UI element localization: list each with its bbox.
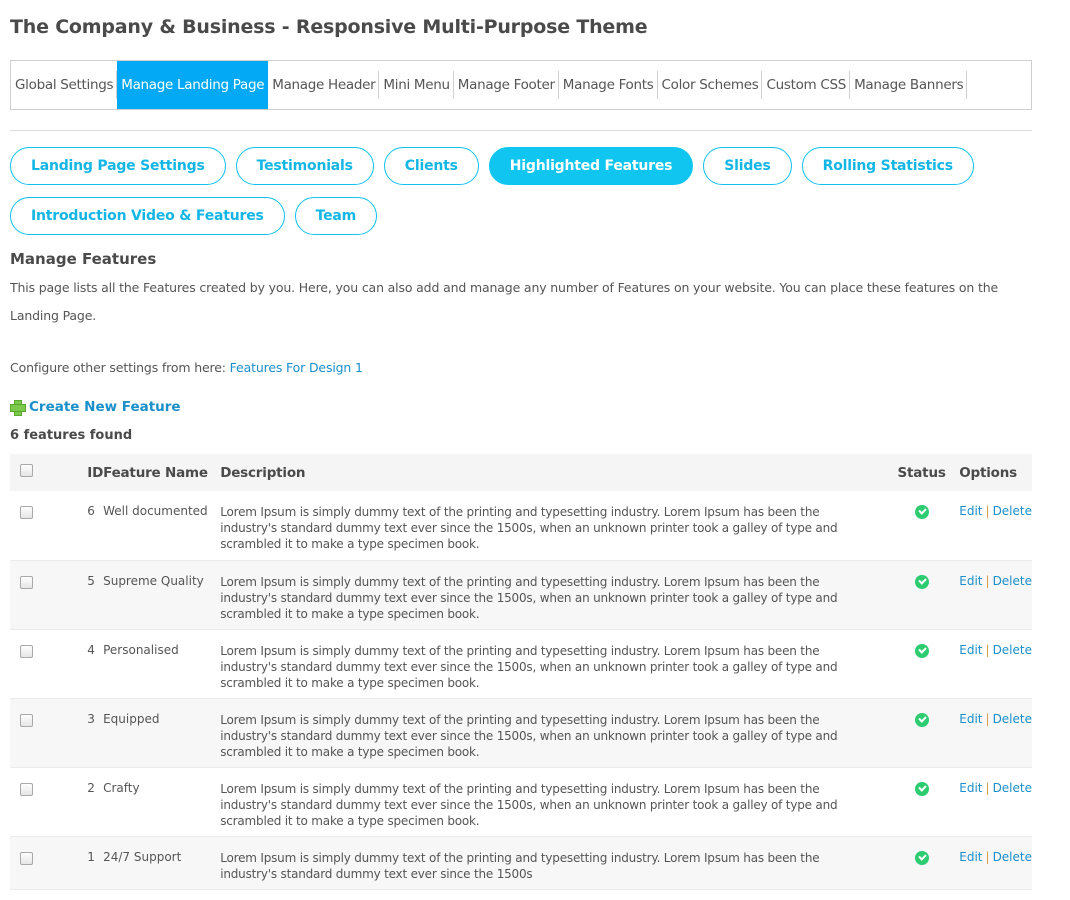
- row-checkbox[interactable]: [20, 506, 33, 519]
- header-status: Status: [889, 454, 954, 491]
- row-feature-name: Crafty: [103, 767, 221, 837]
- row-id: 1: [49, 836, 104, 890]
- options-separator: |: [985, 573, 990, 588]
- row-checkbox[interactable]: [20, 851, 33, 865]
- page-title: The Company & Business - Responsive Mult…: [10, 16, 648, 38]
- landing-page-subtabs: Landing Page Settings Testimonials Clien…: [10, 147, 1040, 247]
- nav-manage-fonts[interactable]: Manage Fonts: [559, 61, 658, 109]
- options-separator: |: [985, 504, 990, 518]
- table-row: 1 24/7 Support Lorem Ipsum is simply dum…: [10, 836, 1032, 890]
- nav-mini-menu[interactable]: Mini Menu: [379, 61, 455, 109]
- nav-manage-footer[interactable]: Manage Footer: [454, 61, 559, 109]
- section-intro: This page lists all the Features created…: [10, 280, 999, 323]
- edit-link[interactable]: Edit: [959, 712, 982, 726]
- row-feature-name: Equipped: [103, 698, 221, 768]
- row-id: 6: [49, 491, 104, 561]
- row-checkbox[interactable]: [20, 713, 33, 727]
- subtab-rolling-statistics[interactable]: Rolling Statistics: [801, 147, 974, 185]
- options-separator: |: [985, 642, 990, 657]
- header-feature-name: Feature Name: [103, 454, 221, 491]
- row-description: Lorem Ipsum is simply dummy text of the …: [220, 491, 890, 561]
- subtab-landing-page-settings[interactable]: Landing Page Settings: [10, 147, 226, 185]
- row-id: 4: [49, 629, 104, 699]
- row-feature-name: Well documented: [103, 491, 221, 561]
- configure-prefix: Configure other settings from here:: [10, 360, 230, 375]
- features-table: ID Feature Name Description Status Optio…: [10, 454, 1032, 890]
- header-options: Options: [953, 454, 1032, 491]
- check-circle-icon[interactable]: [914, 781, 929, 796]
- row-checkbox[interactable]: [20, 782, 33, 796]
- nav-color-schemes[interactable]: Color Schemes: [658, 61, 763, 109]
- delete-link[interactable]: Delete: [993, 781, 1032, 795]
- subtab-clients[interactable]: Clients: [383, 147, 479, 185]
- row-description: Lorem Ipsum is simply dummy text of the …: [220, 767, 890, 837]
- check-circle-icon[interactable]: [914, 712, 929, 727]
- edit-link[interactable]: Edit: [959, 850, 982, 864]
- check-circle-icon[interactable]: [914, 643, 929, 658]
- nav-manage-header[interactable]: Manage Header: [268, 61, 380, 109]
- row-id: 2: [49, 767, 104, 837]
- options-separator: |: [985, 780, 990, 795]
- row-feature-name: 24/7 Support: [103, 836, 221, 890]
- subtab-introduction-video-features[interactable]: Introduction Video & Features: [10, 197, 285, 235]
- check-circle-icon[interactable]: [914, 850, 929, 865]
- edit-link[interactable]: Edit: [959, 504, 982, 518]
- table-row: 6 Well documented Lorem Ipsum is simply …: [10, 491, 1032, 561]
- row-description: Lorem Ipsum is simply dummy text of the …: [220, 560, 890, 630]
- select-all-checkbox[interactable]: [20, 464, 33, 477]
- subtab-slides[interactable]: Slides: [703, 147, 792, 185]
- row-feature-name: Personalised: [103, 629, 221, 699]
- section-divider: [10, 130, 1032, 131]
- create-new-feature-label[interactable]: Create New Feature: [29, 399, 181, 415]
- table-row: 3 Equipped Lorem Ipsum is simply dummy t…: [10, 698, 1032, 768]
- row-description: Lorem Ipsum is simply dummy text of the …: [220, 629, 890, 699]
- nav-custom-css[interactable]: Custom CSS: [762, 61, 850, 109]
- header-description: Description: [220, 454, 890, 491]
- table-header-row: ID Feature Name Description Status Optio…: [10, 454, 1032, 491]
- nav-manage-banners[interactable]: Manage Banners: [850, 61, 968, 109]
- delete-link[interactable]: Delete: [993, 643, 1032, 657]
- section-title: Manage Features: [10, 250, 157, 268]
- row-feature-name: Supreme Quality: [103, 560, 221, 630]
- options-separator: |: [985, 711, 990, 726]
- edit-link[interactable]: Edit: [959, 643, 982, 657]
- features-count: 6 features found: [10, 428, 133, 443]
- subtab-testimonials[interactable]: Testimonials: [235, 147, 374, 185]
- check-circle-icon[interactable]: [914, 574, 929, 589]
- delete-link[interactable]: Delete: [993, 504, 1032, 518]
- subtab-team[interactable]: Team: [294, 197, 378, 235]
- top-navigation: Global Settings Manage Landing Page Mana…: [10, 60, 1032, 110]
- row-id: 5: [49, 560, 104, 630]
- features-for-design-link[interactable]: Features For Design 1: [230, 360, 363, 375]
- row-checkbox[interactable]: [20, 644, 33, 658]
- delete-link[interactable]: Delete: [993, 850, 1032, 864]
- row-id: 3: [49, 698, 104, 768]
- table-row: 4 Personalised Lorem Ipsum is simply dum…: [10, 629, 1032, 699]
- row-description: Lorem Ipsum is simply dummy text of the …: [220, 698, 890, 768]
- nav-manage-landing-page[interactable]: Manage Landing Page: [117, 61, 269, 109]
- table-row: 2 Crafty Lorem Ipsum is simply dummy tex…: [10, 767, 1032, 837]
- edit-link[interactable]: Edit: [959, 574, 982, 588]
- row-checkbox[interactable]: [20, 575, 33, 589]
- delete-link[interactable]: Delete: [993, 574, 1032, 588]
- options-separator: |: [985, 849, 990, 864]
- check-circle-icon[interactable]: [914, 505, 929, 519]
- delete-link[interactable]: Delete: [993, 712, 1032, 726]
- header-id: ID: [49, 454, 103, 491]
- row-description: Lorem Ipsum is simply dummy text of the …: [220, 836, 890, 890]
- edit-link[interactable]: Edit: [959, 781, 982, 795]
- subtab-highlighted-features[interactable]: Highlighted Features: [488, 147, 694, 185]
- configure-line: Configure other settings from here: Feat…: [10, 360, 363, 375]
- create-new-feature-button[interactable]: Create New Feature: [10, 399, 181, 416]
- table-row: 5 Supreme Quality Lorem Ipsum is simply …: [10, 560, 1032, 630]
- plus-icon: [10, 400, 26, 416]
- nav-global-settings[interactable]: Global Settings: [11, 61, 118, 109]
